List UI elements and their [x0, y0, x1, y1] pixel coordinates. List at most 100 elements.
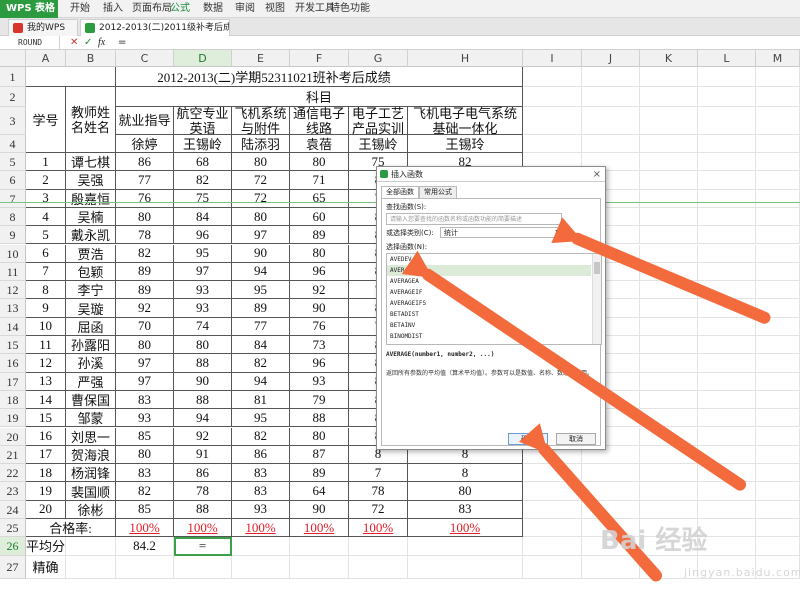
score-cell[interactable]: 89 [116, 262, 174, 282]
row-header-20[interactable]: 20 [0, 427, 26, 446]
score-cell[interactable]: 78 [116, 226, 174, 245]
score-cell[interactable]: 95 [232, 281, 290, 300]
fx-icon[interactable]: fx [98, 36, 105, 49]
row-header-17[interactable]: 17 [0, 372, 26, 391]
score-cell[interactable]: 80 [408, 482, 523, 501]
empty-cell[interactable] [756, 336, 800, 355]
empty-cell[interactable] [756, 390, 800, 410]
score-cell[interactable]: 80 [232, 207, 290, 227]
empty-cell[interactable] [698, 171, 756, 190]
row-header-23[interactable]: 23 [0, 482, 26, 501]
student-id[interactable]: 5 [26, 226, 66, 245]
row-header-3[interactable]: 3 [0, 107, 26, 135]
row-header-18[interactable]: 18 [0, 390, 26, 410]
row-header-21[interactable]: 21 [0, 445, 26, 465]
student-id[interactable]: 1 [26, 153, 66, 172]
active-formula-cell[interactable]: = [174, 537, 232, 556]
empty-cell[interactable] [640, 482, 698, 501]
function-list-scrollbar[interactable] [592, 254, 601, 344]
row-header-5[interactable]: 5 [0, 153, 26, 172]
empty-cell[interactable] [698, 427, 756, 446]
score-cell[interactable]: 80 [290, 244, 349, 263]
student-name[interactable]: 贾浩 [66, 244, 116, 263]
column-header-F[interactable]: F [290, 50, 349, 67]
score-cell[interactable]: 83 [232, 464, 290, 483]
score-cell[interactable]: 86 [232, 445, 290, 465]
score-cell[interactable]: 68 [174, 153, 232, 172]
teacher-name-0[interactable]: 徐婷 [116, 135, 174, 153]
score-cell[interactable]: 89 [290, 464, 349, 483]
column-header-L[interactable]: L [698, 50, 756, 67]
empty-cell[interactable] [408, 537, 523, 556]
row-header-13[interactable]: 13 [0, 299, 26, 318]
row-header-22[interactable]: 22 [0, 464, 26, 483]
score-cell[interactable]: 88 [174, 390, 232, 410]
empty-cell[interactable] [698, 390, 756, 410]
student-id[interactable]: 13 [26, 372, 66, 391]
score-cell[interactable]: 89 [232, 299, 290, 318]
score-cell[interactable]: 93 [290, 372, 349, 391]
teacher-name-5[interactable]: 王锡玲 [408, 135, 523, 153]
menu-item-1[interactable]: 插入 [103, 0, 123, 18]
empty-cell[interactable] [756, 153, 800, 172]
row-header-24[interactable]: 24 [0, 500, 26, 519]
teacher-name-2[interactable]: 陆添羽 [232, 135, 290, 153]
function-search-input[interactable]: 请输入您要查找的函数名称或函数功能的简要描述 [386, 213, 562, 225]
score-cell[interactable]: 91 [174, 445, 232, 465]
score-cell[interactable]: 79 [290, 390, 349, 410]
row-header-9[interactable]: 9 [0, 226, 26, 245]
empty-cell[interactable] [523, 500, 582, 519]
empty-cell[interactable] [756, 409, 800, 428]
subject-name-4[interactable]: 电子工艺产品实训 [349, 107, 408, 135]
empty-cell[interactable] [640, 354, 698, 373]
row-header-26[interactable]: 26 [0, 537, 26, 556]
row-header-25[interactable]: 25 [0, 519, 26, 538]
student-name[interactable]: 徐彬 [66, 500, 116, 519]
row-header-19[interactable]: 19 [0, 409, 26, 428]
empty-cell[interactable] [698, 87, 756, 107]
score-cell[interactable]: 83 [116, 390, 174, 410]
empty-cell[interactable] [698, 409, 756, 428]
cancel-icon[interactable]: ✕ [70, 36, 78, 49]
subject-name-1[interactable]: 航空专业英语 [174, 107, 232, 135]
score-cell[interactable]: 97 [116, 354, 174, 373]
empty-cell[interactable] [640, 87, 698, 107]
empty-cell[interactable] [408, 555, 523, 579]
empty-cell[interactable] [698, 317, 756, 336]
row-header-7[interactable]: 7 [0, 189, 26, 208]
student-name[interactable]: 包颖 [66, 262, 116, 282]
title-left-blank[interactable] [26, 67, 116, 87]
empty-cell[interactable] [523, 67, 582, 87]
score-cell[interactable]: 7 [349, 464, 408, 483]
score-cell[interactable]: 80 [174, 336, 232, 355]
teacher-name-4[interactable]: 王锡岭 [349, 135, 408, 153]
empty-cell[interactable] [582, 67, 640, 87]
score-cell[interactable]: 93 [174, 281, 232, 300]
score-cell[interactable]: 88 [174, 500, 232, 519]
empty-cell[interactable] [756, 87, 800, 107]
empty-cell[interactable] [756, 135, 800, 153]
score-cell[interactable]: 94 [232, 372, 290, 391]
score-cell[interactable]: 88 [290, 409, 349, 428]
score-cell[interactable]: 96 [290, 354, 349, 373]
score-cell[interactable]: 96 [174, 226, 232, 245]
empty-cell[interactable] [640, 372, 698, 391]
empty-cell[interactable] [756, 226, 800, 245]
score-cell[interactable]: 74 [174, 317, 232, 336]
score-cell[interactable]: 80 [232, 153, 290, 172]
empty-cell[interactable] [523, 537, 582, 556]
student-name[interactable]: 严强 [66, 372, 116, 391]
student-name[interactable]: 殷嘉恒 [66, 189, 116, 208]
column-header-A[interactable]: A [26, 50, 66, 67]
score-cell[interactable]: 80 [116, 207, 174, 227]
menu-item-2[interactable]: 页面布局 [132, 0, 172, 18]
function-list-item[interactable]: AVERAGEIFS [387, 298, 591, 309]
score-cell[interactable]: 85 [116, 500, 174, 519]
score-cell[interactable]: 70 [116, 317, 174, 336]
score-cell[interactable]: 96 [290, 262, 349, 282]
pass-rate-value[interactable]: 100% [408, 519, 523, 538]
student-name[interactable]: 孙露阳 [66, 336, 116, 355]
row-header-16[interactable]: 16 [0, 354, 26, 373]
subject-name-5[interactable]: 飞机电子电气系统基础一体化 [408, 107, 523, 135]
empty-cell[interactable] [756, 482, 800, 501]
